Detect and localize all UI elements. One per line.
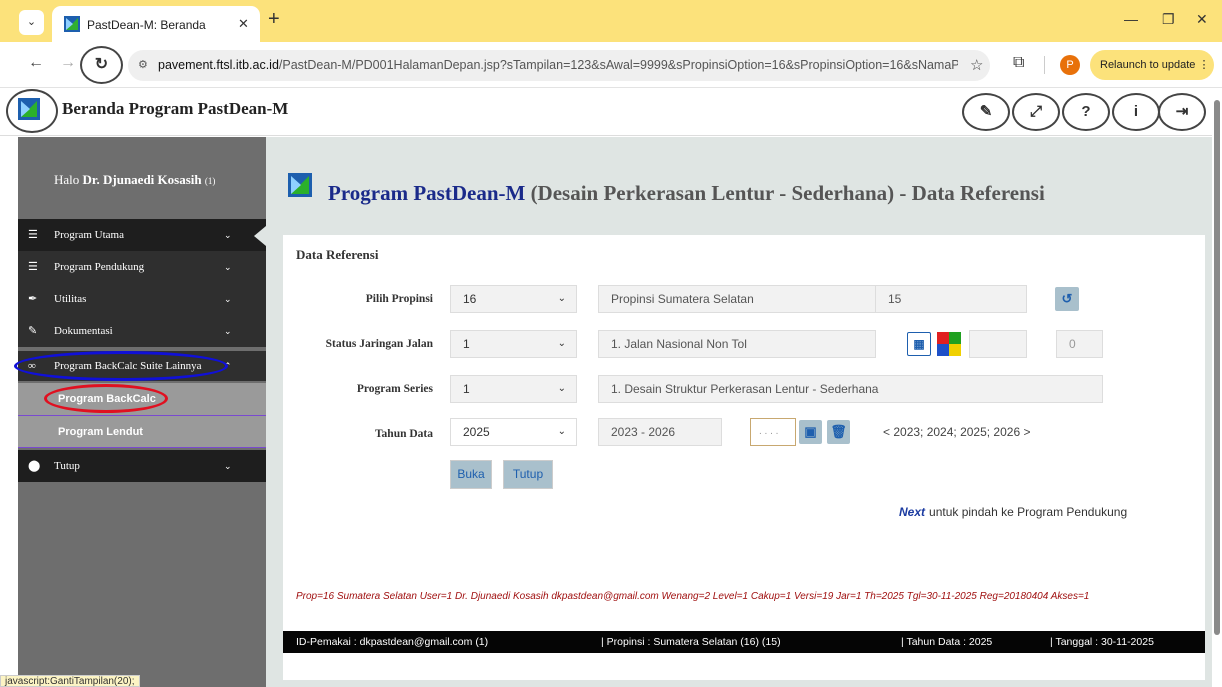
submenu-program-lendut[interactable]: Program Lendut <box>18 416 266 448</box>
program-series-label: Program Series <box>356 383 433 395</box>
app-header: Beranda Program PastDean-M ✎ ⤢ ? i ⇥ <box>0 88 1212 136</box>
card-title: Data Referensi <box>296 247 379 262</box>
feather-icon: ✒ <box>28 293 38 305</box>
expand-icon[interactable]: ⤢ <box>1012 93 1060 131</box>
footer-year: | Tahun Data : 2025 <box>901 636 993 648</box>
tab-search-chevron-icon[interactable]: ⌄ <box>19 10 44 35</box>
chevron-down-icon: ⌄ <box>557 383 566 394</box>
footer-date: | Tanggal : 30-11-2025 <box>1050 636 1154 648</box>
status-count-field[interactable]: 0 <box>1056 330 1103 358</box>
open-button[interactable]: Buka <box>450 460 492 489</box>
list-icon: ☰ <box>28 261 38 273</box>
minimize-icon[interactable]: — <box>1124 11 1138 27</box>
list-icon: ☰ <box>28 229 38 241</box>
session-status-line: Prop=16 Sumatera Selatan User=1 Dr. Djun… <box>296 591 1090 602</box>
browser-toolbar: ← → ↻ ⚙ pavement.ftsl.itb.ac.id/PastDean… <box>0 42 1222 88</box>
chevron-down-icon: ⌄ <box>224 262 232 272</box>
chevron-down-icon: ⌄ <box>224 294 232 304</box>
user-greeting: Halo Dr. Djunaedi Kosasih (1) <box>54 172 216 187</box>
extensions-icon[interactable]: ⧉ <box>1013 54 1024 72</box>
new-tab-icon[interactable]: + <box>268 8 280 31</box>
propinsi-label: Pilih Propinsi <box>365 293 433 305</box>
propinsi-name-field[interactable]: Propinsi Sumatera Selatan <box>598 285 876 313</box>
tahun-list: < 2023; 2024; 2025; 2026 > <box>883 425 1031 439</box>
pencil-icon[interactable]: ✎ <box>962 93 1010 131</box>
menu-backcalc-suite[interactable]: ∞ Program BackCalc Suite Lainnya ⌃ <box>18 351 266 381</box>
status-bar-url: javascript:GantiTampilan(20); <box>0 675 140 687</box>
program-series-name-field[interactable]: 1. Desain Struktur Perkerasan Lentur - S… <box>598 375 1103 403</box>
menu-utilitas[interactable]: ✒ Utilitas ⌄ <box>18 283 266 315</box>
table-icon[interactable]: ▦ <box>907 332 931 356</box>
tahun-range-field[interactable]: 2023 - 2026 <box>598 418 722 446</box>
site-info-icon[interactable]: ⚙ <box>138 58 148 71</box>
status-jaringan-label: Status Jaringan Jalan <box>325 338 433 350</box>
program-logo <box>288 173 312 197</box>
page-title: Program PastDean-M (Desain Perkerasan Le… <box>328 181 1045 205</box>
tab-close-icon[interactable]: ✕ <box>238 16 249 32</box>
chevron-down-icon: ⌄ <box>557 293 566 304</box>
bookmark-star-icon[interactable]: ☆ <box>970 56 983 74</box>
menu-program-utama[interactable]: ☰ Program Utama ⌄ <box>18 219 266 251</box>
tahun-data-select[interactable]: 2025 ⌄ <box>450 418 577 446</box>
chevron-down-icon: ⌄ <box>224 230 232 240</box>
address-bar[interactable]: ⚙ pavement.ftsl.itb.ac.id/PastDean-M/PD0… <box>128 50 990 81</box>
profile-avatar[interactable]: P <box>1060 55 1080 75</box>
restore-icon[interactable]: ❐ <box>1162 11 1175 28</box>
close-button[interactable]: Tutup <box>503 460 553 489</box>
circle-icon: ⬤ <box>28 460 41 472</box>
relaunch-button[interactable]: Relaunch to update ⋮ <box>1090 50 1214 80</box>
toolbar-divider <box>1044 56 1045 74</box>
footer-user: ID-Pemakai : dkpastdean@gmail.com (1) <box>296 636 489 648</box>
menu-program-pendukung[interactable]: ☰ Program Pendukung ⌄ <box>18 251 266 283</box>
link-icon: ∞ <box>28 360 36 372</box>
scrollbar-thumb[interactable] <box>1214 100 1220 635</box>
program-series-select[interactable]: 1 ⌄ <box>450 375 577 403</box>
status-jaringan-select[interactable]: 1 ⌄ <box>450 330 577 358</box>
forward-icon[interactable]: → <box>60 54 76 72</box>
reload-icon[interactable]: ↻ <box>80 46 123 84</box>
pencil-icon: ✎ <box>28 325 38 337</box>
propinsi-select[interactable]: 16 ⌄ <box>450 285 577 313</box>
data-referensi-card: Data Referensi Pilih Propinsi 16 ⌄ Propin… <box>283 235 1205 680</box>
tahun-data-label: Tahun Data <box>374 428 433 440</box>
chevron-up-icon: ⌃ <box>224 361 232 371</box>
question-icon[interactable]: ? <box>1062 93 1110 131</box>
menu-dokumentasi[interactable]: ✎ Dokumentasi ⌄ <box>18 315 266 347</box>
app-logo[interactable] <box>18 98 40 120</box>
color-grid-icon[interactable] <box>937 332 961 356</box>
footer-bar: ID-Pemakai : dkpastdean@gmail.com (1) | … <box>283 631 1205 653</box>
tab-title: PastDean-M: Beranda <box>87 18 206 32</box>
footer-province: | Propinsi : Sumatera Selatan (16) (15) <box>601 636 781 648</box>
propinsi-code-field[interactable]: 15 <box>875 285 1027 313</box>
save-icon[interactable]: ▣ <box>799 420 822 444</box>
app-title: Beranda Program PastDean-M <box>62 99 289 118</box>
window-close-icon[interactable]: ✕ <box>1196 11 1208 28</box>
back-icon[interactable]: ← <box>28 54 44 72</box>
status-jaringan-name-field[interactable]: 1. Jalan Nasional Non Tol <box>598 330 876 358</box>
submenu-program-backcalc[interactable]: Program BackCalc <box>18 383 266 415</box>
refresh-icon[interactable]: ↺ <box>1055 287 1079 311</box>
chevron-down-icon: ⌄ <box>557 338 566 349</box>
chevron-down-icon: ⌄ <box>557 426 566 437</box>
url-text: pavement.ftsl.itb.ac.id/PastDean-M/PD001… <box>158 58 958 72</box>
favicon-icon <box>64 16 80 32</box>
chevron-down-icon: ⌄ <box>224 461 232 471</box>
browser-tab[interactable]: PastDean-M: Beranda ✕ <box>52 6 260 42</box>
menu-tutup[interactable]: ⬤ Tutup ⌄ <box>18 450 266 482</box>
chevron-down-icon: ⌄ <box>224 326 232 336</box>
next-note: Next untuk pindah ke Program Pendukung <box>899 505 1128 519</box>
status-extra-field[interactable] <box>969 330 1027 358</box>
logout-icon[interactable]: ⇥ <box>1158 93 1206 131</box>
main-content: Program PastDean-M (Desain Perkerasan Le… <box>266 137 1212 687</box>
trash-icon[interactable]: 🗑 <box>827 420 850 444</box>
browser-tab-bar: ⌄ PastDean-M: Beranda ✕ + — ❐ ✕ <box>0 0 1222 42</box>
tahun-input[interactable]: . . . . <box>750 418 796 446</box>
sidebar: Halo Dr. Djunaedi Kosasih (1) ☰ Program … <box>14 137 266 687</box>
next-link[interactable]: Next <box>899 505 925 519</box>
active-indicator <box>254 226 266 246</box>
info-icon[interactable]: i <box>1112 93 1160 131</box>
